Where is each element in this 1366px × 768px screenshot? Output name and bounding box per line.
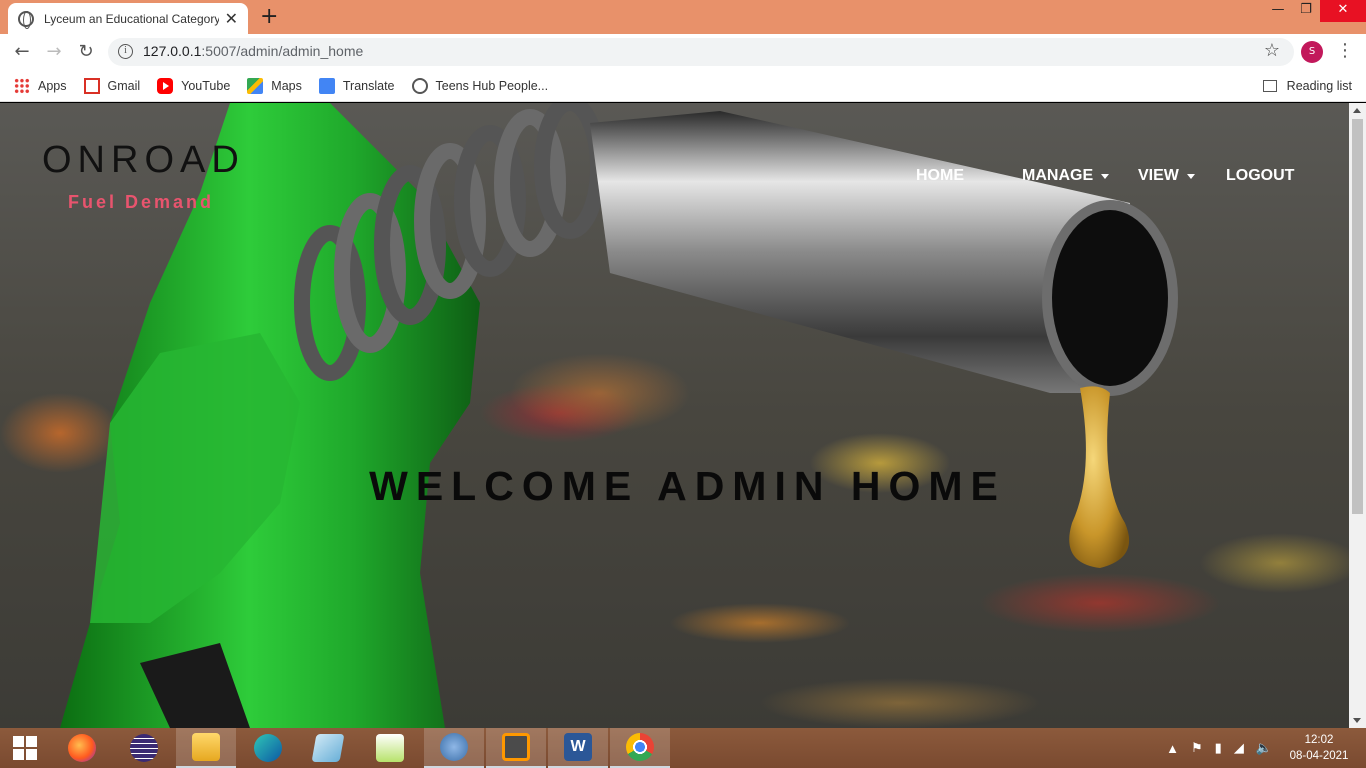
reload-icon[interactable]: ↻ <box>74 40 98 64</box>
bookmark-label: Maps <box>271 78 302 93</box>
clock[interactable]: 12:02 08-04-2021 <box>1284 732 1354 764</box>
translate-icon <box>318 77 335 94</box>
scroll-down-icon[interactable] <box>1353 718 1361 723</box>
chevron-down-icon <box>1186 173 1195 179</box>
taskbar-edge[interactable] <box>238 728 298 768</box>
bookmark-label: Gmail <box>107 78 141 93</box>
bookmark-label: Apps <box>38 78 67 93</box>
network-icon[interactable]: ◢ <box>1234 740 1244 756</box>
volume-icon[interactable]: 🔈 <box>1256 740 1272 756</box>
new-tab-button[interactable]: + <box>260 4 278 29</box>
bookmark-apps[interactable]: Apps <box>14 77 67 94</box>
browser-menu-icon[interactable]: ⋮ <box>1336 40 1354 61</box>
site-logo-subtitle: Fuel Demand <box>68 192 215 212</box>
windows-taskbar: W ▲ ⚑ ▮ ◢ 🔈 12:02 08-04-2021 <box>0 728 1366 768</box>
taskbar-notepad-plus[interactable] <box>360 728 420 768</box>
url-text[interactable]: 127.0.0.1:5007/admin/admin_home <box>143 43 363 59</box>
globe-icon <box>411 77 428 94</box>
taskbar-eclipse[interactable] <box>114 728 174 768</box>
reading-list-button[interactable]: Reading list <box>1262 78 1352 93</box>
forward-arrow-icon[interactable]: → <box>42 40 66 64</box>
windows-logo-icon <box>13 736 37 760</box>
nav-logout-link[interactable]: LOGOUT <box>1226 167 1294 185</box>
welcome-heading: WELCOME ADMIN HOME <box>369 463 1006 509</box>
maps-icon <box>247 77 264 94</box>
gmail-icon <box>83 77 100 94</box>
nav-view-label: VIEW <box>1138 167 1179 184</box>
flag-icon[interactable]: ⚑ <box>1191 740 1203 756</box>
scrollbar-thumb[interactable] <box>1352 119 1363 514</box>
word-icon: W <box>564 733 592 761</box>
taskbar-mysql-workbench[interactable] <box>424 728 484 768</box>
bookmark-label: Teens Hub People... <box>435 78 549 93</box>
back-arrow-icon[interactable]: ← <box>10 40 34 64</box>
window-controls: — ❐ ✕ <box>1264 0 1366 22</box>
minimize-button[interactable]: — <box>1264 0 1292 22</box>
page-viewport: ONROAD Fuel Demand HOME MANAGE VIEW LOGO… <box>0 103 1349 728</box>
edge-icon <box>254 734 282 762</box>
folder-icon <box>192 733 220 761</box>
bookmark-teens-hub[interactable]: Teens Hub People... <box>411 77 549 94</box>
taskbar-notepad[interactable] <box>298 728 358 768</box>
close-window-button[interactable]: ✕ <box>1320 0 1366 22</box>
chevron-down-icon <box>1101 173 1110 179</box>
browser-tab[interactable]: Lyceum an Educational Category ✕ <box>8 3 248 34</box>
address-bar[interactable]: i 127.0.0.1:5007/admin/admin_home ☆ <box>108 38 1294 66</box>
tab-title: Lyceum an Educational Category <box>44 11 219 26</box>
taskbar-chrome[interactable] <box>610 728 670 768</box>
bookmark-translate[interactable]: Translate <box>318 77 395 94</box>
chrome-icon <box>626 733 654 761</box>
bookmark-star-icon[interactable]: ☆ <box>1264 40 1280 61</box>
tray-overflow-icon[interactable]: ▲ <box>1166 741 1179 756</box>
nav-view-dropdown[interactable]: VIEW <box>1138 167 1195 185</box>
firefox-icon <box>68 734 96 762</box>
browser-toolbar: ← → ↻ i 127.0.0.1:5007/admin/admin_home … <box>0 34 1366 70</box>
page-scrollbar[interactable] <box>1349 103 1366 728</box>
site-info-icon[interactable]: i <box>118 44 133 59</box>
url-path: :5007/admin/admin_home <box>201 43 364 59</box>
system-tray: ▲ ⚑ ▮ ◢ 🔈 12:02 08-04-2021 <box>1166 728 1366 768</box>
bookmark-label: Translate <box>342 78 395 93</box>
eclipse-icon <box>130 734 158 762</box>
apps-grid-icon <box>14 77 30 94</box>
tab-close-button[interactable]: ✕ <box>225 9 238 28</box>
youtube-icon <box>157 77 174 94</box>
battery-icon[interactable]: ▮ <box>1215 740 1222 756</box>
browser-titlebar: Lyceum an Educational Category ✕ + — ❐ ✕ <box>0 0 1366 34</box>
scroll-up-icon[interactable] <box>1353 108 1361 113</box>
nav-manage-dropdown[interactable]: MANAGE <box>1022 167 1110 185</box>
taskbar-word[interactable]: W <box>548 728 608 768</box>
site-logo-title[interactable]: ONROAD <box>42 139 245 182</box>
bookmark-label: YouTube <box>181 78 231 93</box>
notepad-icon <box>311 734 345 762</box>
dolphin-icon <box>440 733 468 761</box>
url-host: 127.0.0.1 <box>143 43 202 59</box>
taskbar-file-explorer[interactable] <box>176 728 236 768</box>
clock-date: 08-04-2021 <box>1289 750 1349 762</box>
clock-time: 12:02 <box>1304 734 1334 746</box>
bookmarks-bar: Apps Gmail YouTube Maps Translate Teens … <box>0 70 1366 102</box>
notepad-plus-icon <box>376 734 404 762</box>
nav-manage-label: MANAGE <box>1022 167 1094 184</box>
reading-list-icon <box>1262 79 1277 92</box>
restore-button[interactable]: ❐ <box>1292 0 1320 22</box>
nav-home-link[interactable]: HOME <box>916 167 964 185</box>
bookmark-youtube[interactable]: YouTube <box>157 77 231 94</box>
bookmark-gmail[interactable]: Gmail <box>83 77 141 94</box>
sublime-icon <box>502 733 530 761</box>
taskbar-firefox[interactable] <box>52 728 112 768</box>
start-button[interactable] <box>0 728 50 768</box>
globe-icon <box>18 10 34 29</box>
profile-avatar[interactable]: S <box>1301 41 1323 63</box>
bookmark-maps[interactable]: Maps <box>247 77 302 94</box>
reading-list-label: Reading list <box>1286 78 1352 93</box>
taskbar-sublime[interactable] <box>486 728 546 768</box>
